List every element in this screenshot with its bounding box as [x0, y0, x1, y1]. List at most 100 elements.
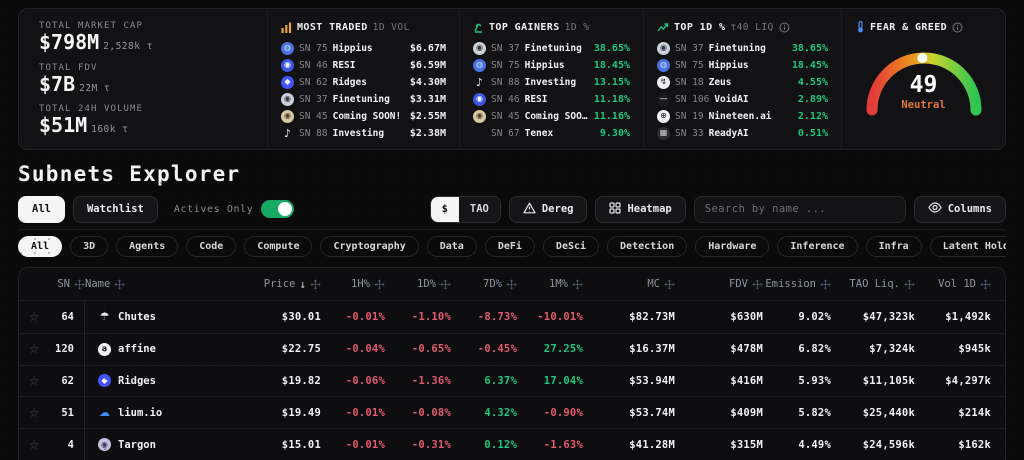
tab-defi[interactable]: DeFi: [485, 236, 535, 257]
column-drag-icon[interactable]: [310, 279, 321, 290]
heatmap-grid-icon: [609, 202, 621, 217]
favorite-star-icon[interactable]: ☆: [29, 438, 40, 452]
tab-desci[interactable]: DeSci: [543, 236, 599, 257]
tab-code[interactable]: Code: [186, 236, 236, 257]
trend-list-item[interactable]: ◉SN 45Coming SOON!11.16%: [473, 108, 630, 124]
tab-detection[interactable]: Detection: [607, 236, 687, 257]
table-row[interactable]: ☆64☂Chutes$30.01-0.01%-1.10%-8.73%-10.01…: [19, 301, 1005, 333]
name-cell: ◆Ridges: [85, 366, 241, 397]
cell-emission: 5.82%: [763, 397, 831, 428]
column-drag-icon[interactable]: [820, 279, 831, 290]
subnet-name: ReadyAI: [709, 128, 793, 139]
stat-sub-value: 22M τ: [79, 83, 110, 94]
tab-compute[interactable]: Compute: [244, 236, 312, 257]
currency-tao-option[interactable]: TAO: [459, 197, 500, 222]
trend-list-item[interactable]: ↯SN 18Zeus4.55%: [657, 74, 828, 90]
sn-cell: 4: [49, 429, 85, 460]
column-header-sn[interactable]: SN: [49, 268, 85, 300]
tab-all[interactable]: All: [18, 236, 62, 257]
tab-hardware[interactable]: Hardware: [695, 236, 769, 257]
trend-list-item[interactable]: ◉SN 37Finetuning38.65%: [473, 40, 630, 56]
column-drag-icon[interactable]: [440, 279, 451, 290]
tab-latent-holdings[interactable]: Latent Holdings: [930, 236, 1006, 257]
trend-list-item[interactable]: —SN 106VoidAI2.89%: [657, 91, 828, 107]
column-drag-icon[interactable]: [980, 279, 991, 290]
trend-list-item[interactable]: ◍SN 75Hippius18.45%: [473, 57, 630, 73]
favorite-star-icon[interactable]: ☆: [29, 310, 40, 324]
subnet-icon: ◉: [281, 93, 294, 106]
column-drag-icon[interactable]: [374, 279, 385, 290]
trend-list-item[interactable]: ◍SN 75Hippius$6.67M: [281, 40, 446, 56]
column-header-vol-1d[interactable]: Vol 1D: [915, 268, 1005, 300]
column-drag-icon[interactable]: [664, 279, 675, 290]
value-emission: 5.93%: [798, 375, 831, 387]
value-emission: 5.82%: [798, 407, 831, 419]
trend-list-item[interactable]: ⊕SN 19Nineteen.ai2.12%: [657, 108, 828, 124]
column-header-7d-[interactable]: 7D%: [451, 268, 517, 300]
currency-usd-option[interactable]: $: [431, 197, 459, 222]
page-title: Subnets Explorer: [18, 162, 1024, 186]
star-cell[interactable]: ☆: [19, 429, 49, 460]
trend-list-item[interactable]: ◉SN 46RESI11.18%: [473, 91, 630, 107]
value-d1: -0.31%: [412, 439, 451, 451]
column-header-price[interactable]: Price↓: [241, 268, 321, 300]
trend-list-item[interactable]: ◉SN 37Finetuning38.65%: [657, 40, 828, 56]
tab-infra[interactable]: Infra: [866, 236, 922, 257]
table-row[interactable]: ☆62◆Ridges$19.82-0.06%-1.36%6.37%17.04%$…: [19, 365, 1005, 397]
table-row[interactable]: ☆51☁lium.io$19.49-0.01%-0.08%4.32%-0.90%…: [19, 396, 1005, 428]
tab-3d[interactable]: 3D: [70, 236, 108, 257]
column-header-name[interactable]: Name: [85, 268, 241, 300]
trend-list-item[interactable]: ◉SN 46RESI$6.59M: [281, 57, 446, 73]
star-cell[interactable]: ☆: [19, 397, 49, 428]
column-header-1m-[interactable]: 1M%: [517, 268, 583, 300]
currency-switch[interactable]: $ TAO: [430, 196, 501, 223]
column-drag-icon[interactable]: [572, 279, 583, 290]
value-price: $30.01: [282, 311, 321, 323]
column-header-1d-[interactable]: 1D%: [385, 268, 451, 300]
column-drag-icon[interactable]: [752, 279, 763, 290]
column-header-mc[interactable]: MC: [583, 268, 675, 300]
column-header-tao-liq-[interactable]: TAO Liq.: [831, 268, 915, 300]
trend-list-item[interactable]: ▦SN 33ReadyAI0.51%: [657, 125, 828, 141]
column-drag-icon[interactable]: [904, 279, 915, 290]
cell-h1: -0.04%: [321, 334, 385, 365]
column-header-1h-[interactable]: 1H%: [321, 268, 385, 300]
column-drag-icon[interactable]: [114, 279, 125, 290]
column-drag-icon[interactable]: [74, 279, 85, 290]
trend-list-item[interactable]: ◆SN 62Ridges$4.30M: [281, 74, 446, 90]
actives-only-toggle[interactable]: [261, 200, 294, 218]
search-input[interactable]: [694, 196, 906, 223]
tab-cryptography[interactable]: Cryptography: [320, 236, 418, 257]
star-cell[interactable]: ☆: [19, 334, 49, 365]
filter-all-button[interactable]: All: [18, 196, 65, 223]
trend-list-item[interactable]: ◍SN 75Hippius18.45%: [657, 57, 828, 73]
star-cell[interactable]: ☆: [19, 301, 49, 333]
favorite-star-icon[interactable]: ☆: [29, 342, 40, 356]
trend-list-item[interactable]: ♪SN 88Investing13.15%: [473, 74, 630, 90]
trend-list-item[interactable]: ◉SN 45Coming SOON!$2.55M: [281, 108, 446, 124]
favorite-star-icon[interactable]: ☆: [29, 406, 40, 420]
column-drag-icon[interactable]: [506, 279, 517, 290]
cell-d1: -0.65%: [385, 334, 451, 365]
trend-list-item[interactable]: ◉SN 37Finetuning$3.31M: [281, 91, 446, 107]
trend-list-item[interactable]: SN 67Tenex9.30%: [473, 125, 630, 141]
tab-inference[interactable]: Inference: [777, 236, 857, 257]
table-row[interactable]: ☆120aaffine$22.75-0.04%-0.65%-0.45%27.25…: [19, 333, 1005, 365]
columns-button[interactable]: Columns: [914, 196, 1006, 223]
tab-agents[interactable]: Agents: [116, 236, 178, 257]
heatmap-button[interactable]: Heatmap: [595, 196, 685, 223]
tab-data[interactable]: Data: [427, 236, 477, 257]
star-cell[interactable]: ☆: [19, 366, 49, 397]
column-header-emission[interactable]: Emission: [763, 268, 831, 300]
trend-list-item[interactable]: ♪SN 88Investing$2.38M: [281, 125, 446, 141]
column-header-fdv[interactable]: FDV: [675, 268, 763, 300]
info-icon[interactable]: [952, 18, 963, 37]
column-label: MC: [647, 278, 660, 290]
dereg-button[interactable]: Dereg: [509, 196, 588, 223]
info-icon[interactable]: [779, 18, 790, 37]
column-label: Price: [264, 278, 296, 290]
watchlist-button[interactable]: Watchlist: [73, 196, 158, 223]
value-d7: 0.12%: [484, 439, 517, 451]
table-row[interactable]: ☆4◉Targon$15.01-0.01%-0.31%0.12%-1.63%$4…: [19, 428, 1005, 460]
favorite-star-icon[interactable]: ☆: [29, 374, 40, 388]
